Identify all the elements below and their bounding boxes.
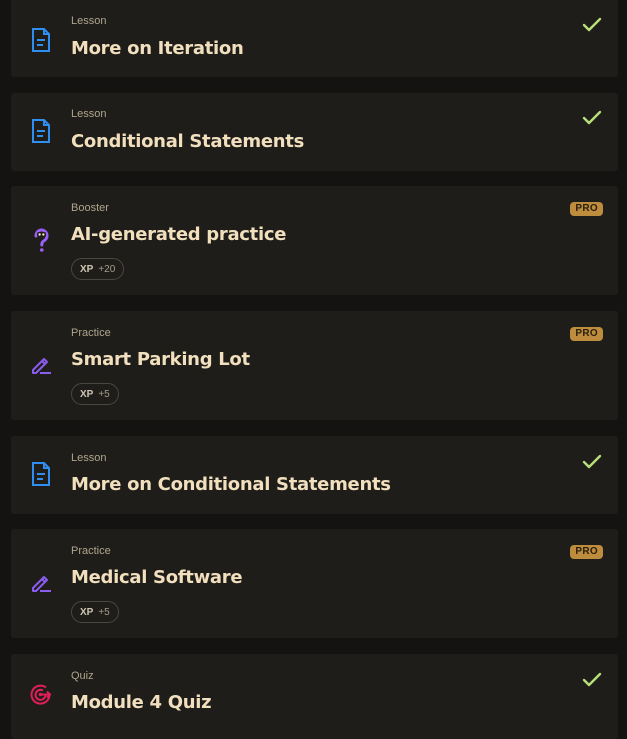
list-item[interactable]: Quiz Module 4 Quiz: [11, 654, 618, 739]
checkmark-icon: [582, 17, 602, 32]
checkmark-icon: [582, 672, 602, 687]
item-title: Module 4 Quiz: [71, 692, 212, 713]
list-item[interactable]: Lesson More on Conditional Statements: [11, 436, 618, 514]
pro-badge: PRO: [570, 202, 603, 216]
xp-label: XP: [80, 606, 94, 618]
item-title: Conditional Statements: [71, 131, 305, 152]
xp-value: +5: [98, 606, 110, 618]
target-icon: [29, 682, 53, 706]
item-title: Medical Software: [71, 567, 243, 588]
item-type-label: Practice: [71, 545, 111, 557]
pencil-edit-icon: [29, 571, 53, 595]
list-item[interactable]: Lesson Conditional Statements: [11, 93, 618, 171]
list-item[interactable]: Practice Medical Software PRO XP +5: [11, 529, 618, 638]
xp-badge: XP +5: [71, 383, 119, 405]
item-type-label: Lesson: [71, 108, 107, 120]
checkmark-icon: [582, 110, 602, 125]
item-type-label: Booster: [71, 202, 109, 214]
list-item[interactable]: Practice Smart Parking Lot PRO XP +5: [11, 311, 618, 420]
question-bot-icon: [29, 228, 53, 252]
document-icon: [29, 462, 53, 486]
item-type-label: Lesson: [71, 452, 107, 464]
item-type-label: Practice: [71, 327, 111, 339]
pencil-edit-icon: [29, 353, 53, 377]
xp-label: XP: [80, 263, 94, 275]
list-item[interactable]: Booster AI-generated practice PRO XP +20: [11, 186, 618, 295]
pro-badge: PRO: [570, 545, 603, 559]
item-type-label: Lesson: [71, 15, 107, 27]
item-title: Smart Parking Lot: [71, 349, 250, 370]
item-title: More on Iteration: [71, 38, 244, 59]
xp-value: +20: [98, 263, 116, 275]
list-item[interactable]: Lesson More on Iteration: [11, 0, 618, 77]
item-title: AI-generated practice: [71, 224, 287, 245]
item-type-label: Quiz: [71, 670, 94, 682]
xp-value: +5: [98, 388, 110, 400]
checkmark-icon: [582, 454, 602, 469]
document-icon: [29, 119, 53, 143]
item-title: More on Conditional Statements: [71, 474, 391, 495]
xp-badge: XP +5: [71, 601, 119, 623]
xp-label: XP: [80, 388, 94, 400]
pro-badge: PRO: [570, 327, 603, 341]
document-icon: [29, 28, 53, 52]
xp-badge: XP +20: [71, 258, 125, 280]
